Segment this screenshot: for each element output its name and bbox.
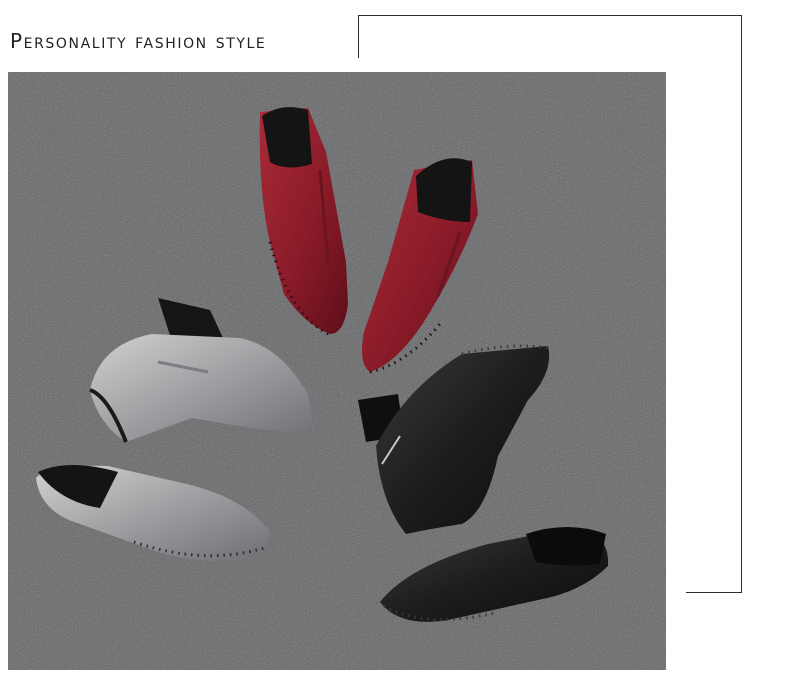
frame-right-line bbox=[741, 15, 742, 593]
frame-bottom-line bbox=[686, 592, 742, 593]
frame-top-line bbox=[358, 15, 742, 16]
boots-illustration bbox=[8, 72, 666, 670]
section-heading: Personality fashion style bbox=[10, 29, 267, 53]
product-photo bbox=[8, 72, 666, 670]
frame-left-line bbox=[358, 15, 359, 58]
